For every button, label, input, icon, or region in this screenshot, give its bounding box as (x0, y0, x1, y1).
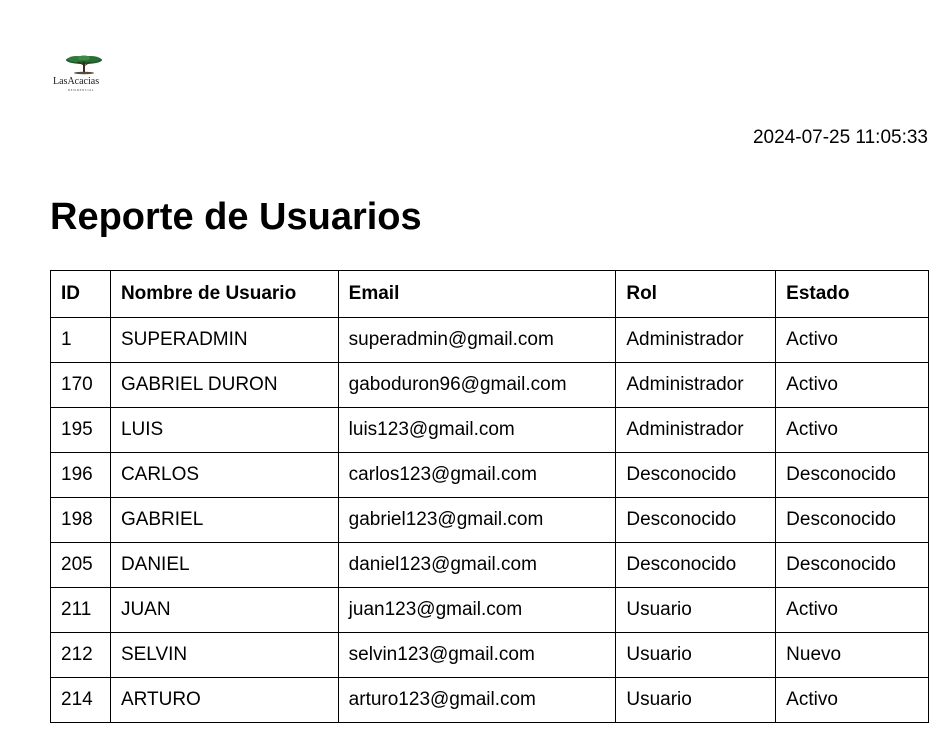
cell-email: carlos123@gmail.com (337, 452, 617, 498)
cell-id: 212 (50, 632, 111, 678)
cell-role: Desconocido (615, 497, 777, 543)
cell-id: 198 (50, 497, 111, 543)
cell-status: Desconocido (775, 452, 929, 498)
cell-username: LUIS (109, 407, 339, 453)
cell-status: Activo (775, 317, 929, 363)
cell-role: Usuario (615, 587, 777, 633)
cell-id: 214 (50, 677, 111, 723)
users-table: ID Nombre de Usuario Email Rol Estado 1 … (50, 270, 929, 723)
cell-role: Administrador (615, 362, 777, 408)
cell-username: DANIEL (109, 542, 339, 588)
acacia-tree-icon (66, 55, 102, 75)
cell-role: Usuario (615, 632, 777, 678)
cell-role: Desconocido (615, 452, 777, 498)
cell-role: Administrador (615, 407, 777, 453)
cell-role: Usuario (615, 677, 777, 723)
cell-username: CARLOS (109, 452, 339, 498)
logo-tagline: RESIDENCIAL (68, 88, 95, 92)
cell-id: 211 (50, 587, 111, 633)
cell-status: Desconocido (775, 542, 929, 588)
cell-id: 205 (50, 542, 111, 588)
cell-email: luis123@gmail.com (337, 407, 617, 453)
table-row: 195 LUIS luis123@gmail.com Administrador… (50, 407, 929, 453)
cell-id: 170 (50, 362, 111, 408)
cell-role: Administrador (615, 317, 777, 363)
column-header-username: Nombre de Usuario (109, 270, 339, 318)
cell-status: Activo (775, 587, 929, 633)
cell-status: Nuevo (775, 632, 929, 678)
cell-role: Desconocido (615, 542, 777, 588)
cell-email: gabriel123@gmail.com (337, 497, 617, 543)
cell-username: SUPERADMIN (109, 317, 339, 363)
table-row: 205 DANIEL daniel123@gmail.com Desconoci… (50, 542, 929, 588)
column-header-id: ID (50, 270, 111, 318)
cell-status: Desconocido (775, 497, 929, 543)
cell-status: Activo (775, 407, 929, 453)
cell-status: Activo (775, 677, 929, 723)
cell-id: 195 (50, 407, 111, 453)
cell-email: juan123@gmail.com (337, 587, 617, 633)
company-logo: LasAcacias RESIDENCIAL (50, 55, 114, 95)
table-header-row: ID Nombre de Usuario Email Rol Estado (50, 270, 929, 318)
table-row: 170 GABRIEL DURON gaboduron96@gmail.com … (50, 362, 929, 408)
column-header-status: Estado (775, 270, 929, 318)
cell-email: superadmin@gmail.com (337, 317, 617, 363)
table-row: 1 SUPERADMIN superadmin@gmail.com Admini… (50, 317, 929, 363)
cell-username: GABRIEL (109, 497, 339, 543)
logo-wordmark: LasAcacias (53, 76, 100, 87)
cell-email: daniel123@gmail.com (337, 542, 617, 588)
cell-email: selvin123@gmail.com (337, 632, 617, 678)
table-row: 214 ARTURO arturo123@gmail.com Usuario A… (50, 677, 929, 723)
cell-id: 1 (50, 317, 111, 363)
cell-status: Activo (775, 362, 929, 408)
table-row: 196 CARLOS carlos123@gmail.com Desconoci… (50, 452, 929, 498)
cell-email: arturo123@gmail.com (337, 677, 617, 723)
cell-username: ARTURO (109, 677, 339, 723)
cell-username: SELVIN (109, 632, 339, 678)
cell-username: JUAN (109, 587, 339, 633)
column-header-role: Rol (615, 270, 777, 318)
report-timestamp: 2024-07-25 11:05:33 (752, 127, 928, 148)
cell-username: GABRIEL DURON (109, 362, 339, 408)
table-row: 198 GABRIEL gabriel123@gmail.com Descono… (50, 497, 929, 543)
column-header-email: Email (337, 270, 617, 318)
cell-id: 196 (50, 452, 111, 498)
cell-email: gaboduron96@gmail.com (337, 362, 617, 408)
table-row: 212 SELVIN selvin123@gmail.com Usuario N… (50, 632, 929, 678)
page-title: Reporte de Usuarios (50, 196, 422, 238)
table-row: 211 JUAN juan123@gmail.com Usuario Activ… (50, 587, 929, 633)
